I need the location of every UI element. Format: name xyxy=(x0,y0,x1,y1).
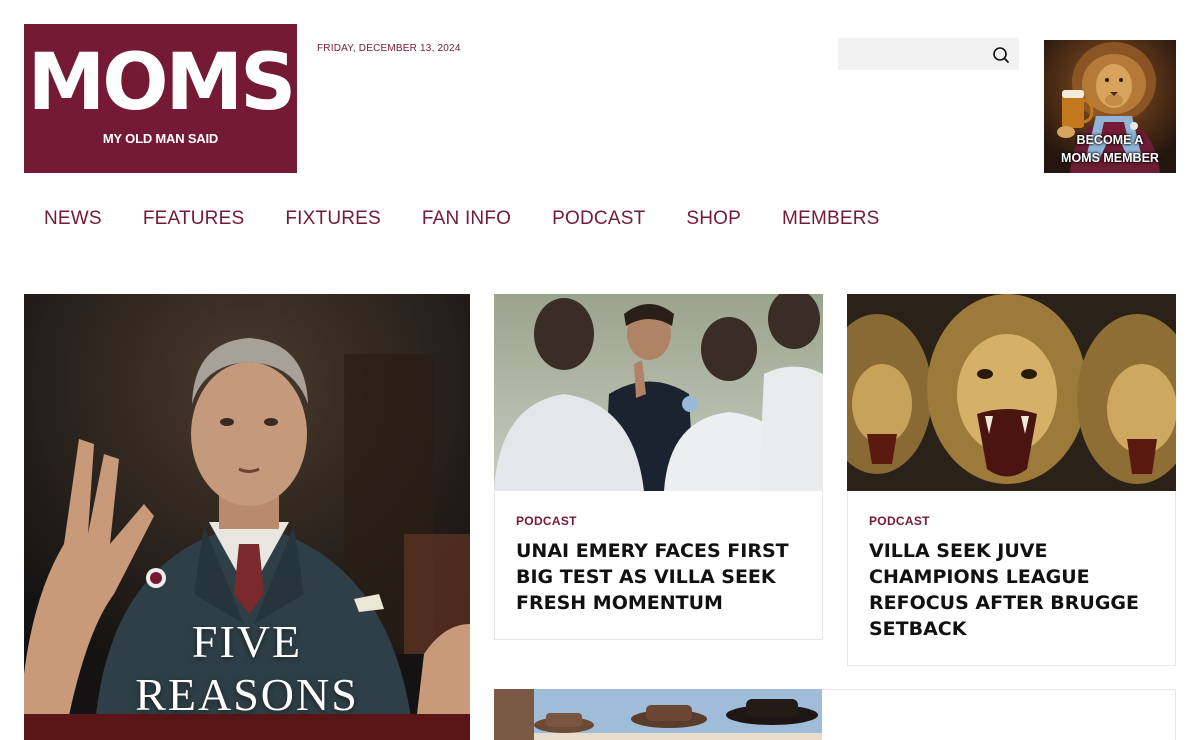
article-image[interactable] xyxy=(494,294,823,491)
training-ground-photo xyxy=(494,294,823,491)
featured-title-line-1: FIVE xyxy=(191,616,303,667)
lion-mural-photo xyxy=(847,294,1176,491)
article-card xyxy=(494,689,1176,740)
search-icon[interactable] xyxy=(991,45,1011,65)
nav-fan-info[interactable]: FAN INFO xyxy=(422,208,511,230)
article-card: PODCAST VILLA SEEK JUVE CHAMPIONS LEAGUE… xyxy=(847,294,1176,666)
featured-story[interactable]: FIVE REASONS xyxy=(24,294,470,740)
nav-shop[interactable]: SHOP xyxy=(686,208,741,230)
article-category[interactable]: PODCAST xyxy=(516,514,577,528)
nav-features[interactable]: FEATURES xyxy=(143,208,245,230)
nav-fixtures[interactable]: FIXTURES xyxy=(285,208,381,230)
cowboys-photo xyxy=(494,689,822,740)
logo-wordmark: MOMS xyxy=(27,38,297,128)
become-member-banner[interactable]: BECOME A MOMS MEMBER xyxy=(1044,40,1176,173)
article-category[interactable]: PODCAST xyxy=(869,514,930,528)
nav-podcast[interactable]: PODCAST xyxy=(552,208,645,230)
promo-line-2: MOMS MEMBER xyxy=(1061,150,1159,165)
logo-subtitle: MY OLD MAN SAID xyxy=(102,131,219,146)
site-logo[interactable]: MOMS MY OLD MAN SAID xyxy=(24,24,297,173)
article-image[interactable] xyxy=(494,689,822,740)
main-nav: NEWS FEATURES FIXTURES FAN INFO PODCAST … xyxy=(44,208,921,230)
article-title[interactable]: UNAI EMERY FACES FIRST BIG TEST AS VILLA… xyxy=(516,538,806,616)
promo-line-1: BECOME A xyxy=(1076,133,1144,147)
featured-title: FIVE REASONS xyxy=(24,616,470,722)
search-input[interactable] xyxy=(838,38,988,70)
article-card: PODCAST UNAI EMERY FACES FIRST BIG TEST … xyxy=(494,294,823,640)
search-box xyxy=(838,38,1019,70)
nav-news[interactable]: NEWS xyxy=(44,208,102,230)
nav-members[interactable]: MEMBERS xyxy=(782,208,879,230)
promo-caption: BECOME A MOMS MEMBER xyxy=(1044,132,1176,167)
featured-title-line-2: REASONS xyxy=(135,668,359,720)
article-image[interactable] xyxy=(847,294,1176,491)
article-title[interactable]: VILLA SEEK JUVE CHAMPIONS LEAGUE REFOCUS… xyxy=(869,538,1159,642)
current-date: FRIDAY, DECEMBER 13, 2024 xyxy=(317,43,461,54)
